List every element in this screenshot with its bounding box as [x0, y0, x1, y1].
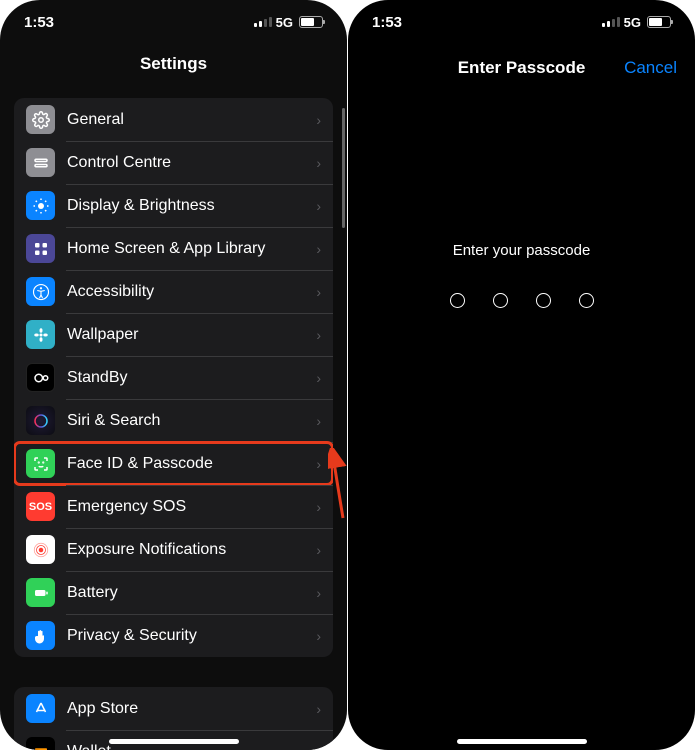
row-general[interactable]: General ›: [14, 98, 333, 141]
chevron-right-icon: ›: [316, 542, 321, 558]
row-control-centre[interactable]: Control Centre ›: [14, 141, 333, 184]
row-app-store[interactable]: App Store ›: [14, 687, 333, 730]
row-wallpaper-label: Wallpaper: [67, 326, 316, 344]
flower-icon: [26, 320, 55, 349]
hand-icon: [26, 621, 55, 650]
gear-icon: [26, 105, 55, 134]
battery-full-icon: [26, 578, 55, 607]
passcode-dots: [348, 293, 695, 308]
chevron-right-icon: ›: [316, 198, 321, 214]
row-siri-search-label: Siri & Search: [67, 412, 316, 430]
status-bar: 1:53 5G: [0, 0, 347, 44]
row-exposure-label: Exposure Notifications: [67, 541, 316, 559]
status-right: 5G: [254, 15, 323, 30]
chevron-right-icon: ›: [316, 413, 321, 429]
row-accessibility-label: Accessibility: [67, 283, 316, 301]
row-wallpaper[interactable]: Wallpaper ›: [14, 313, 333, 356]
passcode-entry: Enter your passcode: [348, 242, 695, 308]
page-title: Settings: [0, 44, 347, 84]
chevron-right-icon: ›: [316, 499, 321, 515]
accessibility-icon: [26, 277, 55, 306]
row-standby-label: StandBy: [67, 369, 316, 387]
status-time: 1:53: [24, 14, 54, 31]
signal-icon: [602, 17, 620, 27]
passcode-prompt: Enter your passcode: [348, 242, 695, 259]
row-face-id-passcode[interactable]: Face ID & Passcode ›: [14, 442, 333, 485]
row-battery-label: Battery: [67, 584, 316, 602]
row-control-centre-label: Control Centre: [67, 154, 316, 172]
sun-icon: [26, 191, 55, 220]
chevron-right-icon: ›: [316, 284, 321, 300]
row-standby[interactable]: StandBy ›: [14, 356, 333, 399]
row-privacy-security[interactable]: Privacy & Security ›: [14, 614, 333, 657]
row-privacy-security-label: Privacy & Security: [67, 627, 316, 645]
passcode-dot: [450, 293, 465, 308]
appstore-icon: [26, 694, 55, 723]
battery-icon: [647, 16, 671, 28]
row-home-screen-label: Home Screen & App Library: [67, 240, 316, 258]
chevron-right-icon: ›: [316, 628, 321, 644]
status-time: 1:53: [372, 14, 402, 31]
exposure-icon: [26, 535, 55, 564]
grid-icon: [26, 234, 55, 263]
chevron-right-icon: ›: [316, 456, 321, 472]
chevron-right-icon: ›: [316, 701, 321, 717]
passcode-dot: [493, 293, 508, 308]
passcode-header: Enter Passcode Cancel: [348, 44, 695, 92]
chevron-right-icon: ›: [316, 112, 321, 128]
row-display-brightness-label: Display & Brightness: [67, 197, 316, 215]
sliders-icon: [26, 148, 55, 177]
network-label: 5G: [624, 15, 641, 30]
passcode-dot: [536, 293, 551, 308]
row-display-brightness[interactable]: Display & Brightness ›: [14, 184, 333, 227]
passcode-dot: [579, 293, 594, 308]
row-emergency-sos[interactable]: SOS Emergency SOS ›: [14, 485, 333, 528]
row-emergency-sos-label: Emergency SOS: [67, 498, 316, 516]
wallet-icon: [26, 737, 55, 750]
row-face-id-passcode-label: Face ID & Passcode: [67, 455, 316, 473]
passcode-screen: 1:53 5G Enter Passcode Cancel Enter your…: [348, 0, 695, 750]
scroll-indicator: [342, 108, 345, 228]
row-exposure[interactable]: Exposure Notifications ›: [14, 528, 333, 571]
home-indicator[interactable]: [457, 739, 587, 744]
row-general-label: General: [67, 111, 316, 129]
chevron-right-icon: ›: [316, 585, 321, 601]
settings-screen: 1:53 5G Settings General › Control Centr…: [0, 0, 347, 750]
status-right: 5G: [602, 15, 671, 30]
chevron-right-icon: ›: [316, 370, 321, 386]
row-home-screen[interactable]: Home Screen & App Library ›: [14, 227, 333, 270]
battery-icon: [299, 16, 323, 28]
chevron-right-icon: ›: [316, 327, 321, 343]
siri-icon: [26, 406, 55, 435]
chevron-right-icon: ›: [316, 155, 321, 171]
chevron-right-icon: ›: [316, 744, 321, 750]
settings-group-primary: General › Control Centre › Display & Bri…: [14, 98, 333, 657]
row-battery[interactable]: Battery ›: [14, 571, 333, 614]
chevron-right-icon: ›: [316, 241, 321, 257]
status-bar: 1:53 5G: [348, 0, 695, 44]
signal-icon: [254, 17, 272, 27]
row-siri-search[interactable]: Siri & Search ›: [14, 399, 333, 442]
row-accessibility[interactable]: Accessibility ›: [14, 270, 333, 313]
network-label: 5G: [276, 15, 293, 30]
cancel-button[interactable]: Cancel: [624, 58, 677, 78]
sos-icon: SOS: [26, 492, 55, 521]
home-indicator[interactable]: [109, 739, 239, 744]
clock-icon: [26, 363, 55, 392]
row-app-store-label: App Store: [67, 700, 316, 718]
faceid-icon: [26, 449, 55, 478]
